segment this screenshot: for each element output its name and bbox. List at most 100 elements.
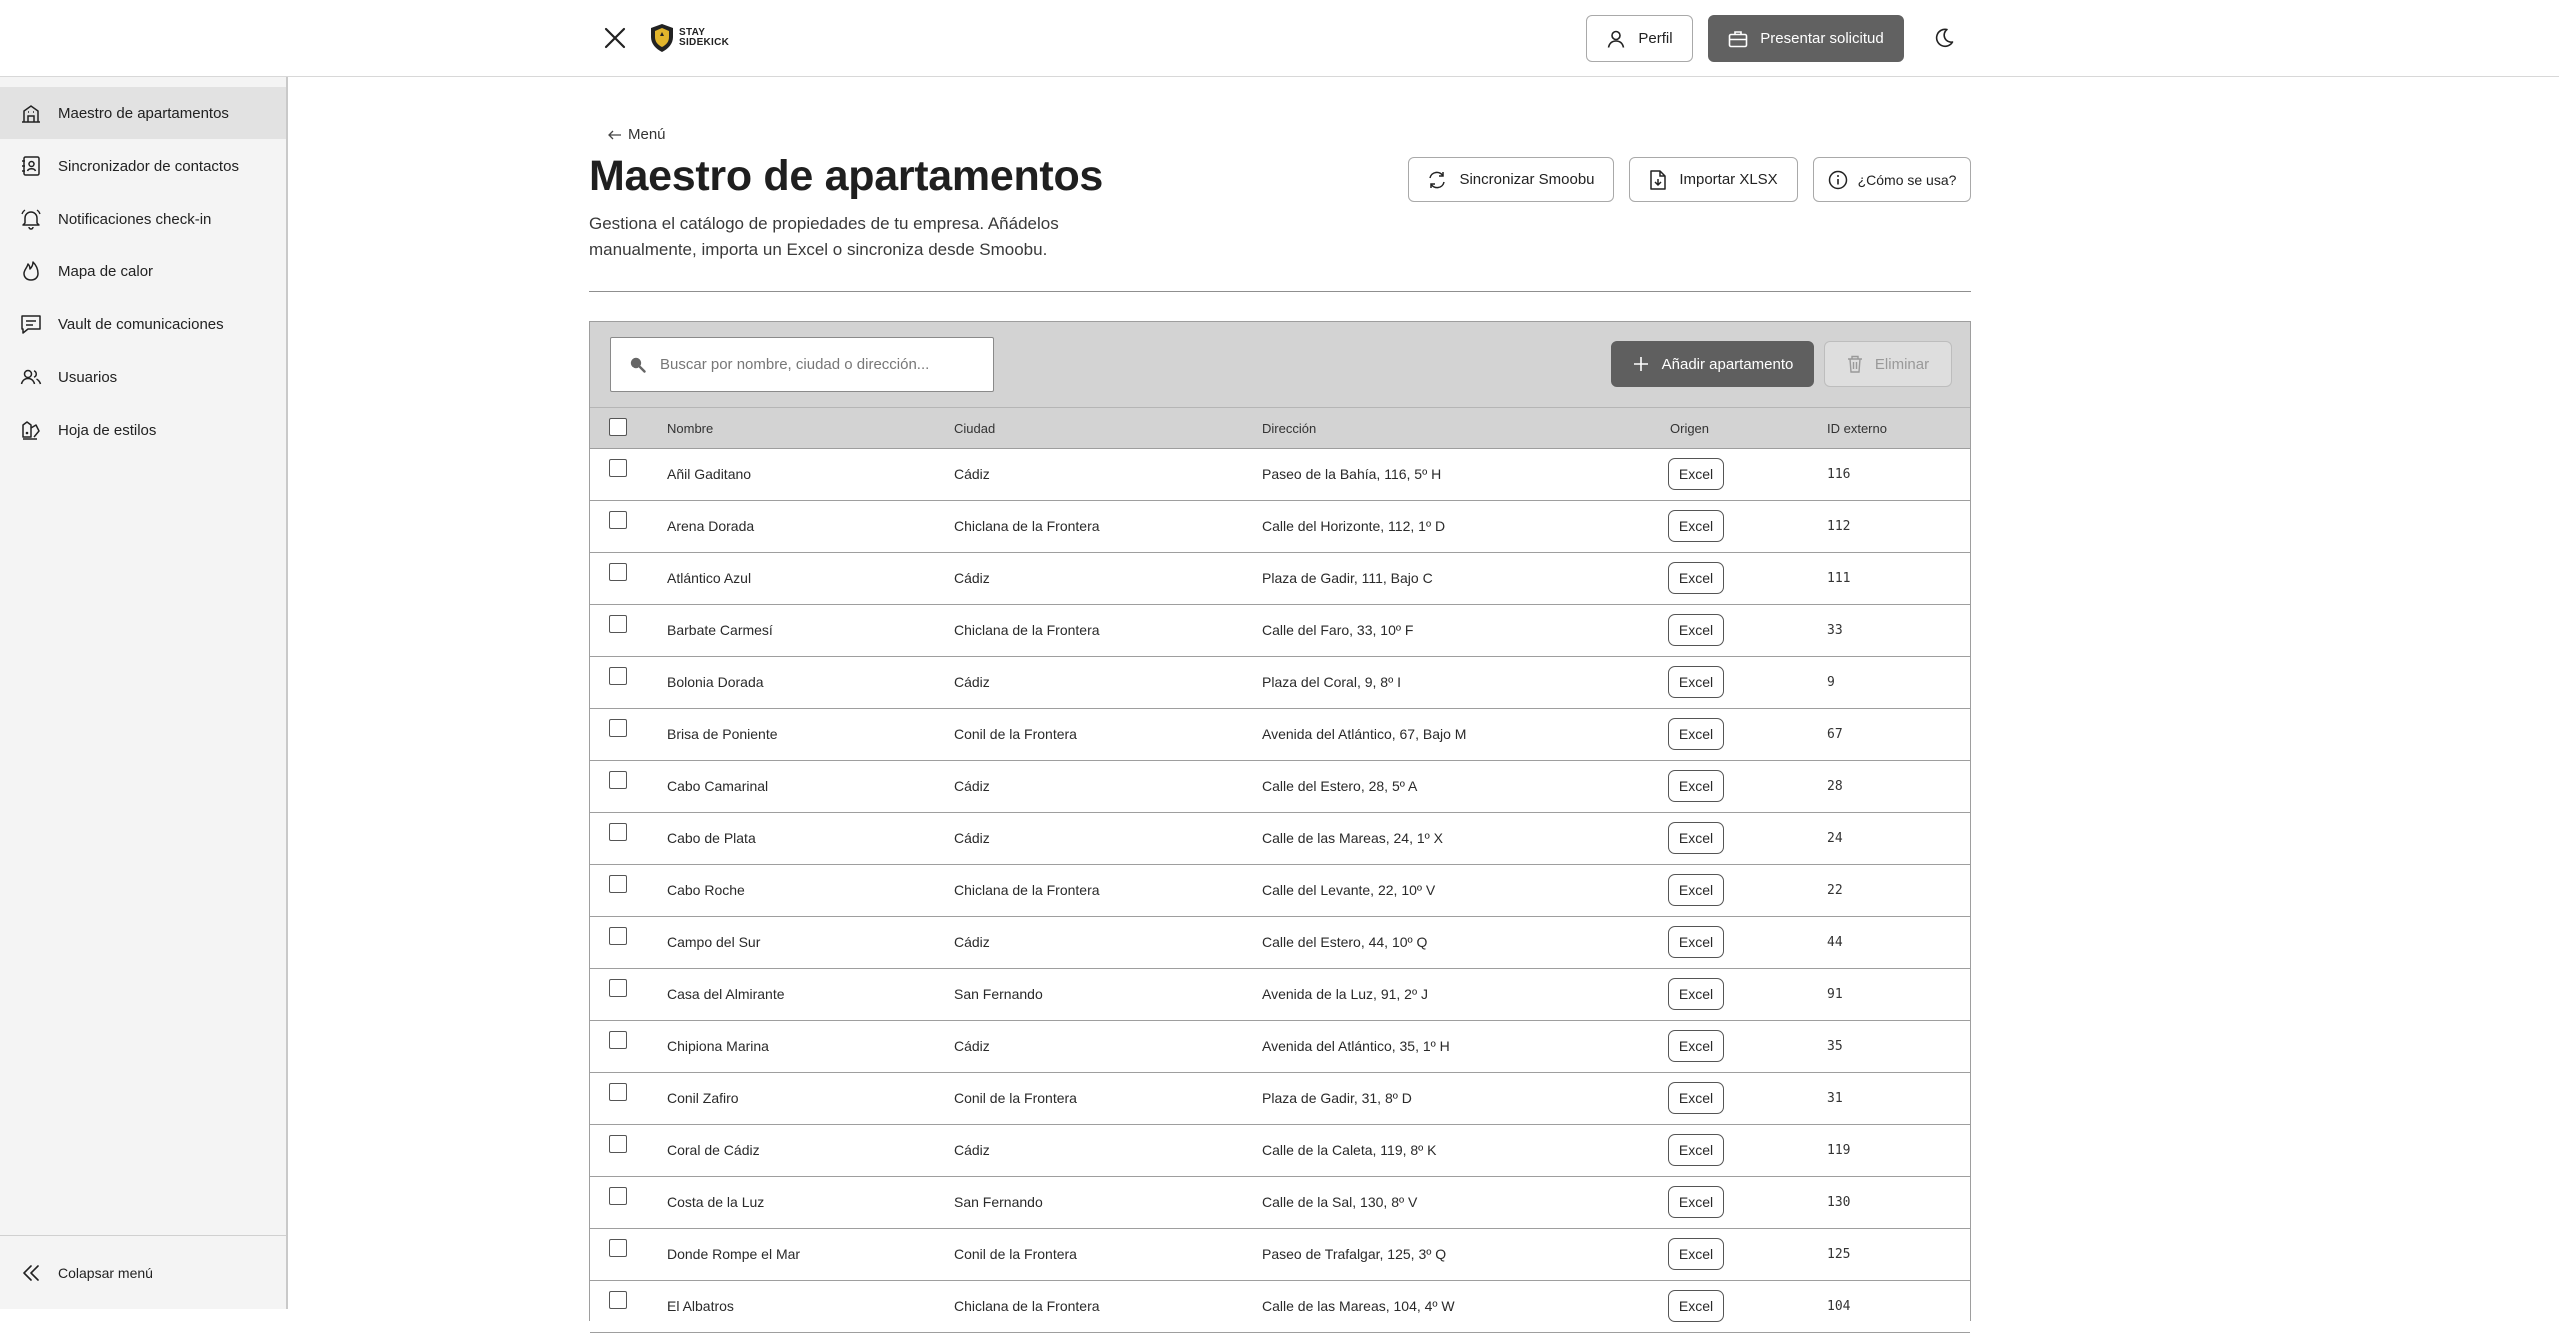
cell-city: Chiclana de la Frontera — [954, 882, 1100, 898]
cell-external-id: 130 — [1827, 1195, 1851, 1210]
cell-external-id: 91 — [1827, 987, 1843, 1002]
row-checkbox[interactable] — [609, 979, 627, 997]
sidebar-item-contacts[interactable]: Sincronizador de contactos — [0, 140, 286, 192]
import-xlsx-button[interactable]: Importar XLSX — [1629, 157, 1798, 202]
origin-badge: Excel — [1668, 770, 1724, 802]
import-xlsx-label: Importar XLSX — [1679, 171, 1778, 188]
contact-book-icon — [20, 155, 42, 177]
back-to-menu-link[interactable]: Menú — [608, 126, 666, 143]
row-checkbox[interactable] — [609, 1187, 627, 1205]
table-row[interactable]: Coral de Cádiz Cádiz Calle de la Caleta, 1… — [590, 1125, 1970, 1177]
table-row[interactable]: Costa de la Luz San Fernando Calle de la S… — [590, 1177, 1970, 1229]
table-row[interactable]: Cabo de Plata Cádiz Calle de las Mareas, 2… — [590, 813, 1970, 865]
sidebar: Maestro de apartamentos Sincronizador de… — [0, 77, 288, 1309]
dark-mode-toggle[interactable] — [1926, 22, 1962, 54]
row-checkbox[interactable] — [609, 927, 627, 945]
column-header-city[interactable]: Ciudad — [954, 421, 995, 436]
row-checkbox[interactable] — [609, 719, 627, 737]
table-row[interactable]: Añil Gaditano Cádiz Paseo de la Bahía, 116… — [590, 449, 1970, 501]
table-row[interactable]: Conil Zafiro Conil de la Frontera Plaza de… — [590, 1073, 1970, 1125]
column-header-origin[interactable]: Origen — [1670, 421, 1709, 436]
origin-badge: Excel — [1668, 1186, 1724, 1218]
sidebar-item-communications-vault[interactable]: Vault de comunicaciones — [0, 298, 286, 350]
delete-label: Eliminar — [1874, 355, 1930, 373]
table-row[interactable]: Donde Rompe el Mar Conil de la Frontera Pa… — [590, 1229, 1970, 1281]
submit-request-label: Presentar solicitud — [1760, 30, 1884, 47]
sidebar-item-label: Vault de comunicaciones — [58, 315, 224, 333]
cell-external-id: 119 — [1827, 1143, 1851, 1158]
row-checkbox[interactable] — [609, 823, 627, 841]
brand-logo[interactable]: STAY SIDEKICK — [650, 20, 729, 56]
row-checkbox[interactable] — [609, 1135, 627, 1153]
row-checkbox[interactable] — [609, 771, 627, 789]
sidebar-item-apartments[interactable]: Maestro de apartamentos — [0, 87, 286, 139]
profile-button[interactable]: Perfil — [1586, 15, 1693, 62]
how-to-use-button[interactable]: ¿Cómo se usa? — [1813, 157, 1971, 202]
table-row[interactable]: El Albatros Chiclana de la Frontera Calle … — [590, 1281, 1970, 1333]
brand-name: STAY SIDEKICK — [679, 27, 730, 48]
top-bar: STAY SIDEKICK Perfil Presentar solicitud — [0, 0, 2559, 77]
cell-city: Chiclana de la Frontera — [954, 518, 1100, 534]
page-description: Gestiona el catálogo de propiedades de t… — [589, 214, 1059, 259]
sidebar-item-heatmap[interactable]: Mapa de calor — [0, 245, 286, 297]
plus-icon — [1633, 357, 1648, 371]
row-checkbox[interactable] — [609, 615, 627, 633]
origin-badge: Excel — [1668, 1290, 1724, 1322]
table-row[interactable]: Campo del Sur Cádiz Calle del Estero, 44, … — [590, 917, 1970, 969]
users-icon — [20, 366, 42, 388]
cell-city: Cádiz — [954, 466, 990, 482]
table-row[interactable]: Casa del Almirante San Fernando Avenida de… — [590, 969, 1970, 1021]
collapse-menu-button[interactable]: Colapsar menú — [0, 1253, 286, 1293]
cell-address: Avenida del Atlántico, 35, 1º H — [1262, 1038, 1450, 1054]
cell-name: Brisa de Poniente — [667, 726, 778, 742]
column-header-external-id[interactable]: ID externo — [1827, 421, 1887, 436]
cell-address: Calle del Faro, 33, 10º F — [1262, 622, 1414, 638]
row-checkbox[interactable] — [609, 511, 627, 529]
table-row[interactable]: Brisa de Poniente Conil de la Frontera Ave… — [590, 709, 1970, 761]
row-checkbox[interactable] — [609, 459, 627, 477]
add-apartment-button[interactable]: Añadir apartamento — [1611, 341, 1814, 387]
table-row[interactable]: Cabo Camarinal Cádiz Calle del Estero, 28,… — [590, 761, 1970, 813]
delete-button[interactable]: Eliminar — [1824, 341, 1952, 387]
submit-request-button[interactable]: Presentar solicitud — [1708, 15, 1904, 62]
cell-name: Bolonia Dorada — [667, 674, 764, 690]
sync-smoobu-button[interactable]: Sincronizar Smoobu — [1408, 157, 1614, 202]
row-checkbox[interactable] — [609, 1083, 627, 1101]
search-icon — [629, 356, 646, 373]
cell-external-id: 125 — [1827, 1247, 1851, 1262]
cell-name: Campo del Sur — [667, 934, 761, 950]
cell-address: Calle del Estero, 44, 10º Q — [1262, 934, 1428, 950]
column-header-name[interactable]: Nombre — [667, 421, 713, 436]
cell-city: Cádiz — [954, 1142, 990, 1158]
sidebar-item-users[interactable]: Usuarios — [0, 351, 286, 403]
table-row[interactable]: Atlántico Azul Cádiz Plaza de Gadir, 111, … — [590, 553, 1970, 605]
search-input[interactable] — [660, 356, 980, 373]
cell-city: Conil de la Frontera — [954, 1246, 1077, 1262]
cell-city: Cádiz — [954, 570, 990, 586]
table-row[interactable]: Barbate Carmesí Chiclana de la Frontera Ca… — [590, 605, 1970, 657]
origin-badge: Excel — [1668, 874, 1724, 906]
row-checkbox[interactable] — [609, 1291, 627, 1309]
row-checkbox[interactable] — [609, 875, 627, 893]
cell-address: Calle del Horizonte, 112, 1º D — [1262, 518, 1446, 534]
row-checkbox[interactable] — [609, 1031, 627, 1049]
table-row[interactable]: Chipiona Marina Cádiz Avenida del Atlántic… — [590, 1021, 1970, 1073]
column-header-address[interactable]: Dirección — [1262, 421, 1316, 436]
row-checkbox[interactable] — [609, 1239, 627, 1257]
table-row[interactable]: Cabo Roche Chiclana de la Frontera Calle d… — [590, 865, 1970, 917]
close-icon[interactable] — [599, 22, 631, 54]
cell-external-id: 9 — [1827, 675, 1835, 690]
select-all-checkbox[interactable] — [609, 418, 627, 436]
row-checkbox[interactable] — [609, 667, 627, 685]
cell-external-id: 67 — [1827, 727, 1843, 742]
row-checkbox[interactable] — [609, 563, 627, 581]
table-row[interactable]: Bolonia Dorada Cádiz Plaza del Coral, 9, 8… — [590, 657, 1970, 709]
sidebar-item-checkin-notifications[interactable]: Notificaciones check-in — [0, 193, 286, 245]
sidebar-item-label: Maestro de apartamentos — [58, 104, 229, 122]
search-field[interactable] — [610, 337, 994, 392]
add-apartment-label: Añadir apartamento — [1661, 355, 1794, 373]
table-row[interactable]: Arena Dorada Chiclana de la Frontera Calle… — [590, 501, 1970, 553]
building-icon — [20, 102, 42, 124]
origin-badge: Excel — [1668, 1082, 1724, 1114]
sidebar-item-style-sheet[interactable]: Hoja de estilos — [0, 404, 286, 456]
